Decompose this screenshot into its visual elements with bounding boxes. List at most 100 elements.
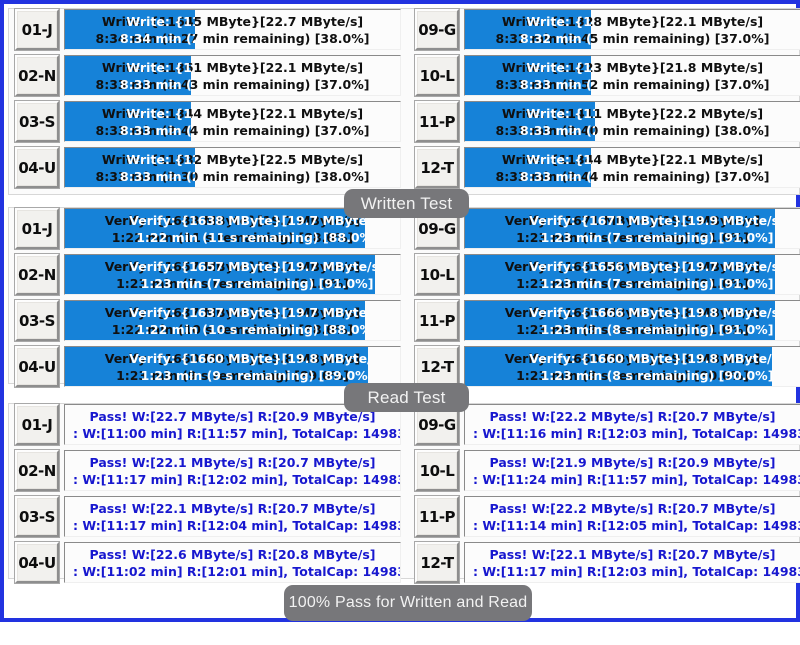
device-slot-label[interactable]: 01-J <box>14 207 60 250</box>
result-box: Pass! W:[22.1 MByte/s] R:[20.7 MByte/s]:… <box>64 496 401 537</box>
write-test-panel: 01-J Write: {11645 MByte}[22.7 MByte/s] 8:… <box>8 8 800 195</box>
progress-bar: Write: {11328 MByte}[22.1 MByte/s] 8:32 m… <box>464 9 800 50</box>
device-row[interactable]: 12-T Verify: {1660 MByte}[19.8 MByte/s] 1:… <box>414 345 800 388</box>
device-row[interactable]: 10-L Write: {11223 MByte}[21.8 MByte/s] 8:… <box>414 54 800 97</box>
progress-line-2: 1:22 min (10 s remaining) [88.0%] <box>136 321 365 337</box>
progress-text-filled: Verify: {1657 MByte}[19.7 MByte/s] 1:23 m… <box>65 255 375 294</box>
progress-line-2: 1:23 min (7 s remaining) [91.0%] <box>540 229 774 245</box>
progress-line-1: Verify: {1671 MByte}[19.9 MByte/s] <box>529 212 775 228</box>
device-slot-label[interactable]: 04-U <box>14 345 60 388</box>
device-row[interactable]: 12-T Write: {11344 MByte}[22.1 MByte/s] 8:… <box>414 146 800 189</box>
progress-bar: Verify: {1660 MByte}[19.8 MByte/s] 1:23 m… <box>464 346 800 387</box>
summary-badge: 100% Pass for Written and Read <box>284 585 532 621</box>
device-row[interactable]: 01-J Write: {11645 MByte}[22.7 MByte/s] 8:… <box>14 8 401 51</box>
progress-line-1: Verify: {1660 MByte}[19.8 MByte/s] <box>529 350 772 366</box>
result-line-1: Pass! W:[21.9 MByte/s] R:[20.9 MByte/s] <box>489 454 776 470</box>
result-line-1: Pass! W:[22.1 MByte/s] R:[20.7 MByte/s] <box>489 546 776 562</box>
device-row[interactable]: 11-P Write: {11411 MByte}[22.2 MByte/s] 8:… <box>414 100 800 143</box>
progress-bar: Write: {11411 MByte}[22.2 MByte/s] 8:33 m… <box>464 101 800 142</box>
progress-line-1: Write: {11361 MByte}[22.1 MByte/s] <box>126 59 191 75</box>
progress-bar: Verify: {1666 MByte}[19.8 MByte/s] 1:23 m… <box>464 300 800 341</box>
progress-line-2: 1:23 min (9 s remaining) [89.0%] <box>140 367 368 383</box>
device-slot-label[interactable]: 11-P <box>414 299 460 342</box>
progress-text-clip: Write: {11582 MByte}[22.5 MByte/s]8:33 m… <box>65 148 195 187</box>
progress-text-clip: Verify: {1638 MByte}[19.7 MByte/s] 1:22 m… <box>65 209 365 248</box>
device-slot-label[interactable]: 11-P <box>414 100 460 143</box>
device-slot-label[interactable]: 04-U <box>14 146 60 189</box>
progress-line-1: Verify: {1637 MByte}[19.7 MByte/s] <box>129 304 365 320</box>
device-slot-label[interactable]: 03-S <box>14 100 60 143</box>
device-row[interactable]: 10-L Verify: {1656 MByte}[19.7 MByte/s] 1:… <box>414 253 800 296</box>
device-row[interactable]: 03-S Verify: {1637 MByte}[19.7 MByte/s] 1:… <box>14 299 401 342</box>
device-slot-label[interactable]: 12-T <box>414 345 460 388</box>
device-row[interactable]: 03-S Pass! W:[22.1 MByte/s] R:[20.7 MByte… <box>14 495 401 538</box>
device-slot-label[interactable]: 12-T <box>414 146 460 189</box>
device-row[interactable]: 09-G Pass! W:[22.2 MByte/s] R:[20.7 MByte… <box>414 403 800 446</box>
device-slot-label[interactable]: 11-P <box>414 495 460 538</box>
device-slot-label[interactable]: 01-J <box>14 8 60 51</box>
read-row-grid: 01-J Verify: {1638 MByte}[19.7 MByte/s] 1:… <box>9 207 800 388</box>
progress-text-clip: Verify: {1656 MByte}[19.7 MByte/s] 1:23 m… <box>465 255 775 294</box>
device-slot-label[interactable]: 03-S <box>14 495 60 538</box>
progress-text-clip: Write: {11361 MByte}[22.1 MByte/s]8:33 m… <box>65 56 191 95</box>
progress-line-2: 8:33 min (2:44 min remaining) [37.0%] <box>120 122 191 138</box>
progress-text-filled: Verify: {1656 MByte}[19.7 MByte/s] 1:23 m… <box>465 255 775 294</box>
device-row[interactable]: 02-N Pass! W:[22.1 MByte/s] R:[20.7 MByte… <box>14 449 401 492</box>
device-row[interactable]: 11-P Pass! W:[22.2 MByte/s] R:[20.7 MByte… <box>414 495 800 538</box>
device-row[interactable]: 01-J Verify: {1638 MByte}[19.7 MByte/s] 1:… <box>14 207 401 250</box>
device-row[interactable]: 11-P Verify: {1666 MByte}[19.8 MByte/s] 1:… <box>414 299 800 342</box>
device-row[interactable]: 04-U Verify: {1660 MByte}[19.8 MByte/s] 1:… <box>14 345 401 388</box>
device-slot-label[interactable]: 10-L <box>414 449 460 492</box>
device-slot-label[interactable]: 04-U <box>14 541 60 584</box>
progress-bar: Write: {11344 MByte}[22.1 MByte/s] 8:33 m… <box>64 101 401 142</box>
device-slot-label[interactable]: 03-S <box>14 299 60 342</box>
progress-line-2: 8:33 min (2:40 min remaining) [38.0%] <box>520 122 595 138</box>
device-slot-label[interactable]: 09-G <box>414 8 460 51</box>
progress-line-2: 1:22 min (11 s remaining) [88.0%] <box>136 229 365 245</box>
progress-line-1: Verify: {1660 MByte}[19.8 MByte/s] <box>129 350 368 366</box>
result-box: Pass! W:[22.1 MByte/s] R:[20.7 MByte/s]:… <box>64 450 401 491</box>
device-row[interactable]: 10-L Pass! W:[21.9 MByte/s] R:[20.9 MByte… <box>414 449 800 492</box>
progress-line-2: 8:33 min (2:43 min remaining) [37.0%] <box>120 76 191 92</box>
progress-bar: Write: {11645 MByte}[22.7 MByte/s] 8:34 m… <box>64 9 401 50</box>
device-slot-label[interactable]: 10-L <box>414 253 460 296</box>
progress-text-filled: Verify: {1660 MByte}[19.8 MByte/s] 1:23 m… <box>465 347 772 386</box>
device-row[interactable]: 03-S Write: {11344 MByte}[22.1 MByte/s] 8:… <box>14 100 401 143</box>
result-line-2: : W:[11:24 min] R:[11:57 min], TotalCap:… <box>473 471 800 487</box>
progress-line-1: Write: {11223 MByte}[21.8 MByte/s] <box>526 59 591 75</box>
device-slot-label[interactable]: 01-J <box>14 403 60 446</box>
result-text: Pass! W:[22.6 MByte/s] R:[20.8 MByte/s]:… <box>65 543 400 582</box>
result-line-2: : W:[11:17 min] R:[12:04 min], TotalCap:… <box>73 517 401 533</box>
result-line-2: : W:[11:16 min] R:[12:03 min], TotalCap:… <box>473 425 800 441</box>
progress-line-2: 1:23 min (8 s remaining) [90.0%] <box>540 367 772 383</box>
device-slot-label[interactable]: 02-N <box>14 54 60 97</box>
device-row[interactable]: 09-G Verify: {1671 MByte}[19.9 MByte/s] 1:… <box>414 207 800 250</box>
device-row[interactable]: 02-N Write: {11361 MByte}[22.1 MByte/s] 8:… <box>14 54 401 97</box>
device-row[interactable]: 01-J Pass! W:[22.7 MByte/s] R:[20.9 MByte… <box>14 403 401 446</box>
read-test-badge: Read Test <box>344 383 469 412</box>
device-slot-label[interactable]: 02-N <box>14 253 60 296</box>
progress-line-1: Write: {11582 MByte}[22.5 MByte/s] <box>126 151 195 167</box>
result-text: Pass! W:[22.1 MByte/s] R:[20.7 MByte/s]:… <box>65 497 400 536</box>
result-text: Pass! W:[22.1 MByte/s] R:[20.7 MByte/s]:… <box>65 451 400 490</box>
device-slot-label[interactable]: 02-N <box>14 449 60 492</box>
result-box: Pass! W:[21.9 MByte/s] R:[20.9 MByte/s]:… <box>464 450 800 491</box>
device-row[interactable]: 09-G Write: {11328 MByte}[22.1 MByte/s] 8:… <box>414 8 800 51</box>
result-line-2: : W:[11:17 min] R:[12:03 min], TotalCap:… <box>473 563 800 579</box>
progress-bar: Verify: {1671 MByte}[19.9 MByte/s] 1:23 m… <box>464 208 800 249</box>
progress-bar: Verify: {1656 MByte}[19.7 MByte/s] 1:23 m… <box>464 254 800 295</box>
progress-bar: Verify: {1637 MByte}[19.7 MByte/s] 1:22 m… <box>64 300 401 341</box>
progress-line-1: Verify: {1666 MByte}[19.8 MByte/s] <box>529 304 775 320</box>
device-row[interactable]: 12-T Pass! W:[22.1 MByte/s] R:[20.7 MByte… <box>414 541 800 584</box>
progress-text-clip: Verify: {1637 MByte}[19.7 MByte/s] 1:22 m… <box>65 301 365 340</box>
progress-bar: Write: {11344 MByte}[22.1 MByte/s] 8:33 m… <box>464 147 800 188</box>
write-row-grid: 01-J Write: {11645 MByte}[22.7 MByte/s] 8:… <box>9 8 800 194</box>
device-row[interactable]: 04-U Write: {11582 MByte}[22.5 MByte/s] 8:… <box>14 146 401 189</box>
device-row[interactable]: 02-N Verify: {1657 MByte}[19.7 MByte/s] 1:… <box>14 253 401 296</box>
result-line-2: : W:[11:14 min] R:[12:05 min], TotalCap:… <box>473 517 800 533</box>
device-slot-label[interactable]: 10-L <box>414 54 460 97</box>
progress-text-clip: Write: {11411 MByte}[22.2 MByte/s]8:33 m… <box>465 102 595 141</box>
device-slot-label[interactable]: 12-T <box>414 541 460 584</box>
progress-bar: Verify: {1660 MByte}[19.8 MByte/s] 1:23 m… <box>64 346 401 387</box>
device-row[interactable]: 04-U Pass! W:[22.6 MByte/s] R:[20.8 MByte… <box>14 541 401 584</box>
